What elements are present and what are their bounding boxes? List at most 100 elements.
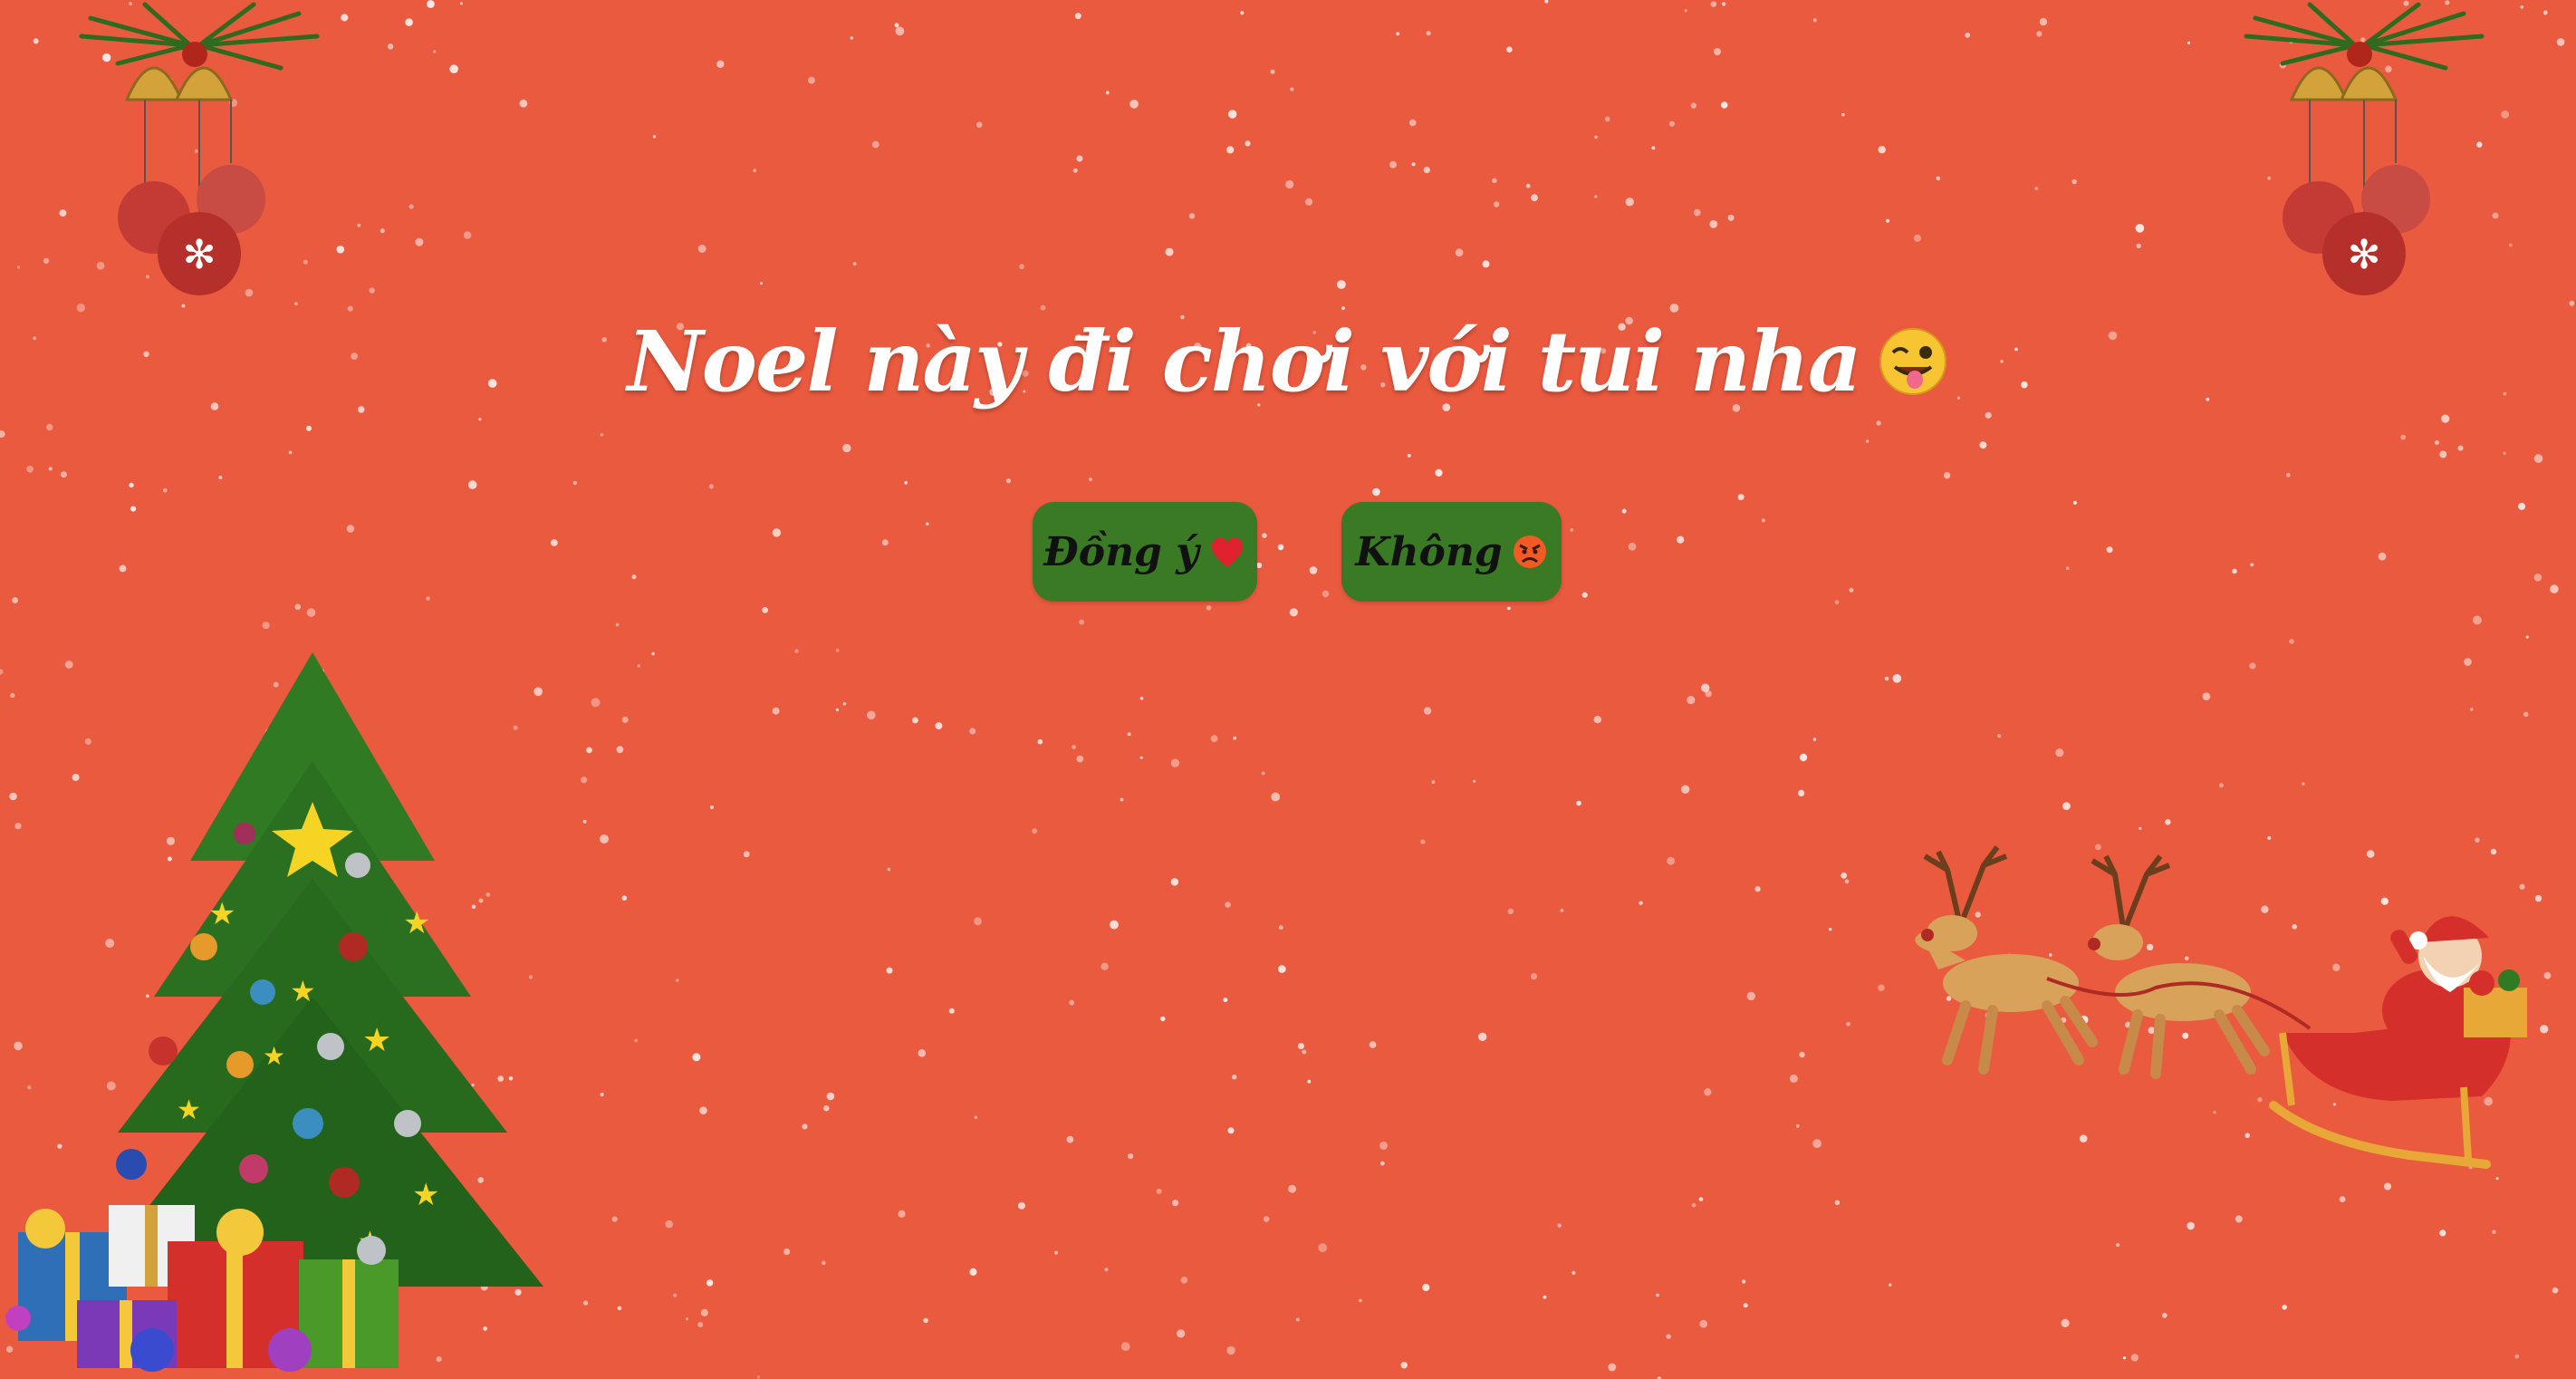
snowflake bbox=[2289, 639, 2294, 644]
snowflake bbox=[935, 722, 943, 730]
snowflake bbox=[1245, 140, 1251, 147]
snowflake bbox=[1594, 135, 1598, 140]
snowflake bbox=[850, 36, 853, 40]
snowflake bbox=[2569, 300, 2575, 306]
snowflake bbox=[1072, 168, 1078, 173]
snowflake bbox=[1426, 31, 1431, 36]
snowflake bbox=[1628, 542, 1637, 551]
snowflake bbox=[1076, 755, 1084, 763]
snowflake bbox=[697, 245, 706, 253]
snowflake bbox=[621, 895, 628, 901]
snowflake bbox=[2472, 615, 2482, 625]
snowflake bbox=[1420, 839, 1426, 844]
snowflake bbox=[1698, 1197, 1704, 1201]
snowflake bbox=[2556, 38, 2565, 46]
snowflake bbox=[409, 204, 414, 209]
snowflake bbox=[772, 528, 782, 537]
snowflake bbox=[1737, 494, 1745, 501]
snowflake bbox=[346, 525, 355, 533]
snowflake bbox=[772, 707, 780, 715]
snowflake bbox=[1656, 1293, 1659, 1297]
snowflake bbox=[1581, 592, 1588, 598]
snowflake bbox=[2550, 584, 2559, 593]
snowflake bbox=[2072, 500, 2077, 506]
snowflake bbox=[2036, 31, 2043, 37]
snowflake bbox=[2282, 1305, 2287, 1310]
snowflake bbox=[1812, 738, 1817, 741]
snowflake bbox=[2533, 574, 2542, 582]
snowflake bbox=[1878, 146, 1886, 154]
snowflake bbox=[808, 76, 815, 84]
snowflake bbox=[218, 476, 223, 480]
svg-text:✻: ✻ bbox=[183, 232, 216, 278]
snowflake bbox=[1593, 716, 1602, 724]
svg-text:★: ★ bbox=[263, 1041, 285, 1071]
snowflake bbox=[611, 1216, 618, 1222]
snowflake bbox=[1799, 753, 1808, 762]
snowflake bbox=[43, 257, 50, 265]
snowflake bbox=[1180, 1277, 1188, 1284]
snowflake bbox=[2122, 1356, 2127, 1360]
snowflake bbox=[1037, 738, 1043, 745]
snowflake bbox=[1407, 453, 1411, 458]
snowflake bbox=[1227, 1127, 1235, 1134]
snowflake bbox=[1431, 780, 1436, 785]
snowflake bbox=[1886, 218, 1890, 223]
snowflake bbox=[1761, 518, 1765, 523]
snowflake bbox=[686, 1317, 688, 1321]
snowflake bbox=[2235, 1215, 2243, 1223]
snowflake bbox=[1789, 1074, 1798, 1083]
snowflake bbox=[842, 443, 851, 453]
title-text: Noel này đi chơi với tui nha bbox=[627, 313, 1861, 410]
agree-button[interactable]: Đồng ý bbox=[1033, 502, 1257, 602]
snowflake bbox=[1455, 248, 1464, 257]
snowflake bbox=[1288, 1184, 1297, 1193]
snowflake bbox=[262, 622, 270, 630]
snowflake bbox=[2285, 472, 2291, 477]
snowflake bbox=[1812, 18, 1817, 23]
svg-text:★: ★ bbox=[208, 896, 235, 932]
snowflake bbox=[369, 287, 375, 294]
snowflake bbox=[2250, 563, 2254, 567]
snowflake bbox=[600, 1093, 604, 1097]
snowflake bbox=[12, 597, 18, 603]
snowflake bbox=[1408, 119, 1417, 127]
snowflake bbox=[716, 60, 725, 69]
snowflake bbox=[1506, 46, 1513, 53]
christmas-bells-ornament-left: ✻ bbox=[79, 2, 320, 295]
snowflake bbox=[615, 622, 620, 627]
snowflake bbox=[1889, 1283, 1892, 1287]
snowflake bbox=[1727, 214, 1735, 221]
christmas-bells-ornament-right: ✻ bbox=[2244, 2, 2485, 295]
snowflake bbox=[700, 1308, 708, 1316]
angry-face-icon bbox=[1513, 535, 1546, 568]
snowflake bbox=[923, 1317, 928, 1324]
snowflake bbox=[1507, 908, 1514, 915]
snowflake bbox=[2187, 41, 2191, 45]
snowflake bbox=[652, 135, 657, 139]
snowflake bbox=[2130, 1354, 2139, 1362]
snowflake bbox=[881, 539, 889, 546]
snowflake bbox=[826, 1092, 835, 1101]
snowflake bbox=[1572, 1270, 1576, 1275]
christmas-tree-with-gifts: ★★ ★★ ★★ ★★ bbox=[5, 652, 543, 1372]
snowflake bbox=[519, 99, 528, 108]
snowflake bbox=[1482, 260, 1490, 268]
snowflake bbox=[969, 728, 976, 735]
snowflake bbox=[163, 488, 168, 493]
snowflake bbox=[2116, 1243, 2120, 1248]
decline-button[interactable]: Không bbox=[1341, 502, 1562, 602]
snowflake bbox=[1478, 1032, 1487, 1042]
snowflake bbox=[1290, 87, 1294, 92]
snowflake bbox=[886, 967, 893, 974]
snowflake bbox=[1396, 32, 1400, 36]
snowflake bbox=[1032, 828, 1038, 834]
snowflake bbox=[1621, 508, 1627, 514]
snowflake bbox=[2136, 243, 2141, 249]
snowflake bbox=[467, 480, 477, 489]
snowflake bbox=[1128, 1153, 1134, 1160]
snowflake bbox=[600, 433, 604, 437]
snowflake bbox=[918, 1049, 927, 1057]
snowflake bbox=[1651, 146, 1656, 150]
santa-sleigh-with-reindeer bbox=[1915, 845, 2527, 1169]
